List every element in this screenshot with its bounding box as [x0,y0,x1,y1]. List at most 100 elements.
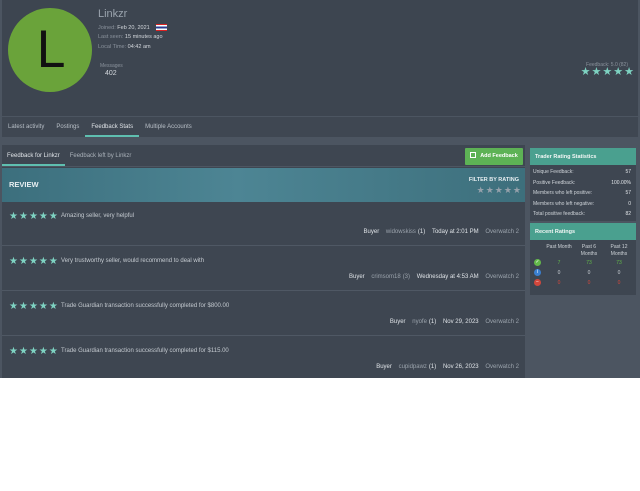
filter-star-1[interactable]: ★ [477,185,485,196]
neutral-past-month: 0 [557,270,561,276]
reviewer-feedback-count: (1) [417,229,426,235]
filter-heading: FILTER BY RATING [468,177,519,183]
review-meta: Buyer widowskiss (1) Today at 2:01 PM Ove… [359,229,519,235]
stat-row: Total positive feedback: 82 [530,209,636,220]
star-icon: ★ [48,256,58,267]
reviewer-feedback-count: (1) [428,319,437,325]
review-date[interactable]: Nov 29, 2023 [443,319,479,325]
stat-value: 57 [625,190,631,196]
star-icon: ★ [28,211,38,222]
star-icon: ★ [9,211,18,222]
stat-row: Members who left negative: 0 [530,199,636,210]
review-game[interactable]: Overwatch 2 [485,274,519,280]
tab-multiple-accounts[interactable]: Multiple Accounts [139,117,198,137]
stat-value: 82 [625,211,631,217]
review-banner: REVIEW FILTER BY RATING ★ ★ ★ ★ ★ [2,168,525,202]
messages-label: Messages [100,63,123,69]
review-item: ★ ★ ★ ★ ★ Trade Guardian transaction success… [2,338,525,378]
tab-feedback-for[interactable]: Feedback for Linkzr [2,145,65,166]
review-date[interactable]: Nov 26, 2023 [443,364,479,370]
review-meta: Buyer crimsom18 (3) Wednesday at 4:53 AM … [344,274,519,280]
star-icon: ★ [624,66,634,78]
thailand-flag-icon [156,24,168,31]
reviewer-name[interactable]: widowskiss [386,229,416,235]
review-stars: ★ ★ ★ ★ ★ [9,301,58,312]
review-text: Trade Guardian transaction successfully … [61,303,230,309]
reviewer-name[interactable]: cupidpawz [399,364,427,370]
star-icon: ★ [28,346,38,357]
tab-feedback-left-by[interactable]: Feedback left by Linkzr [65,145,137,166]
reviewer-role: Buyer [348,274,365,280]
reviewer-role: Buyer [376,364,392,370]
star-icon: ★ [28,256,38,267]
last-seen-label: Last seen: [98,34,124,40]
avatar[interactable]: L [8,8,92,92]
review-text: Amazing seller, very helpful [61,213,135,219]
stat-label: Positive Feedback: [533,179,576,186]
tab-latest-activity[interactable]: Latest activity [2,117,50,137]
review-item: ★ ★ ★ ★ ★ Trade Guardian transaction success… [2,293,525,336]
star-icon: ★ [18,211,28,222]
joined-label: Joined: [98,24,116,31]
star-icon: ★ [580,66,591,78]
review-game[interactable]: Overwatch 2 [485,364,519,370]
star-icon: ★ [18,256,28,267]
review-meta: Buyer cupidpawz (1) Nov 26, 2023 Overwatc… [371,364,519,370]
negative-past-month: 0 [557,280,561,286]
last-seen-row: Last seen: 15 minutes ago [98,34,163,40]
edit-icon [470,152,477,158]
reviewer-name[interactable]: nyofe [412,319,427,325]
star-icon: ★ [28,301,38,312]
review-game[interactable]: Overwatch 2 [485,229,519,235]
star-icon: ★ [48,346,58,357]
review-stars: ★ ★ ★ ★ ★ [9,346,58,357]
joined-row: Joined: Feb 20, 2021 [98,24,168,31]
stat-label: Unique Feedback: [533,169,574,175]
reviewer-role: Buyer [363,229,380,235]
minus-circle-icon: − [534,279,541,286]
local-time-label: Local Time: [98,44,127,50]
profile-header: L Linkzr Joined: Feb 20, 2021 Last seen:… [2,0,638,116]
star-icon: ★ [18,346,28,357]
negative-past-6-months: 0 [587,280,591,286]
positive-past-6-months: 73 [586,260,592,266]
ratings-row-positive: ✓ 7 73 73 [530,258,636,268]
feedback-stars: ★ ★ ★ ★ ★ [581,67,634,78]
review-game[interactable]: Overwatch 2 [485,319,519,325]
recent-ratings-box: Recent Ratings Past Month Past 6 Months … [530,223,636,295]
joined-value: Feb 20, 2021 [117,24,150,31]
star-icon: ★ [602,66,613,78]
review-date[interactable]: Today at 2:01 PM [432,229,479,235]
check-circle-icon: ✓ [534,259,541,266]
tab-feedback-stats[interactable]: Feedback Stats [85,117,140,137]
feedback-tabs: Feedback for Linkzr Feedback left by Lin… [2,145,525,167]
stat-value: 0 [628,200,631,207]
username[interactable]: Linkzr [98,8,127,20]
recent-ratings-title: Recent Ratings [530,223,636,240]
stat-value: 100.00% [611,179,631,186]
filter-star-2[interactable]: ★ [486,185,494,196]
star-icon: ★ [38,301,48,312]
filter-star-5[interactable]: ★ [513,185,521,196]
filter-star-4[interactable]: ★ [504,185,512,196]
review-date[interactable]: Wednesday at 4:53 AM [417,274,479,280]
rating-filter: ★ ★ ★ ★ ★ [477,185,521,196]
messages-count[interactable]: 402 [105,70,117,77]
star-icon: ★ [9,256,18,267]
stat-label: Total positive feedback: [533,211,585,217]
star-icon: ★ [613,66,624,78]
trader-stats-title: Trader Rating Statistics [530,148,636,165]
review-item: ★ ★ ★ ★ ★ Very trustworthy seller, would rec… [2,248,525,291]
local-time-row: Local Time: 04:42 am [98,44,151,50]
reviewer-name[interactable]: crimsom18 [371,274,400,280]
neutral-past-6-months: 0 [587,270,591,276]
reviewer-feedback-count: (1) [428,364,437,370]
star-icon: ★ [38,256,48,267]
stat-row: Positive Feedback: 100.00% [530,178,636,189]
filter-star-3[interactable]: ★ [495,185,503,196]
stat-label: Members who left negative: [533,200,595,207]
tab-postings[interactable]: Postings [50,117,85,137]
profile-tabs: Latest activity Postings Feedback Stats … [2,117,638,137]
add-feedback-button[interactable]: Add Feedback [465,148,523,165]
review-text: Very trustworthy seller, would recommend… [61,258,205,264]
